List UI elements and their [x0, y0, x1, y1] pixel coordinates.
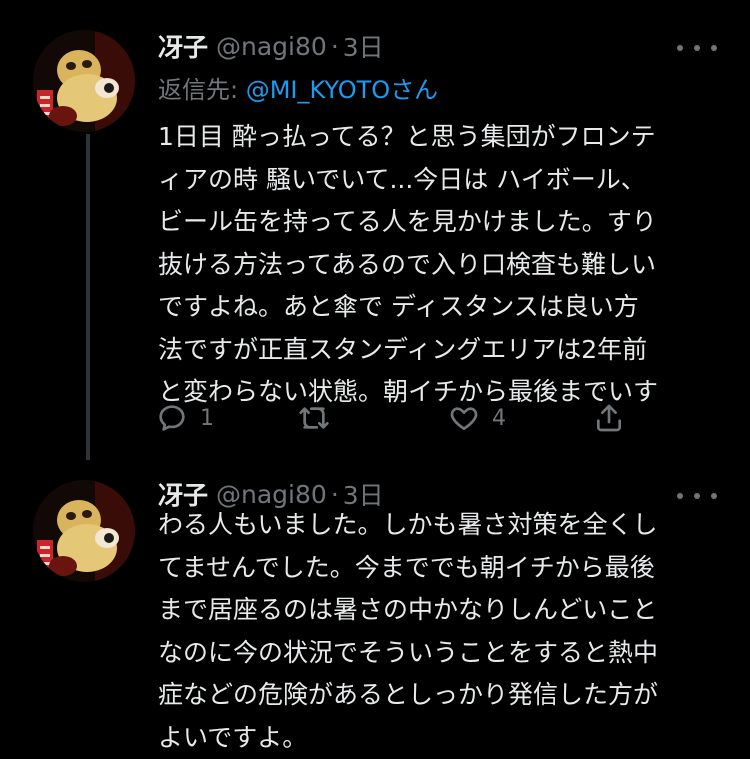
share-button[interactable]: [593, 394, 625, 442]
tweet-text: わる人もいました。しかも暑さ対策を全くし てませんでした。今まででも朝イチから最…: [158, 510, 659, 752]
tweet-header: 冴子 @nagi80 · 3日: [158, 26, 384, 66]
like-button[interactable]: 4: [448, 394, 506, 442]
retweet-icon: [299, 407, 329, 429]
reply-suffix: さん: [390, 76, 439, 104]
tweet-1[interactable]: 冴子 @nagi80 · 3日 返信先: @MI_KYOTOさん 1日目 酔っ払…: [0, 0, 750, 460]
reply-icon: [159, 405, 185, 431]
tweet-text: 1日目 酔っ払ってる？と思う集団がフロンテ ィアの時 騒いでいて...今日は ハ…: [158, 122, 659, 406]
reply-to: 返信先: @MI_KYOTOさん: [158, 70, 438, 105]
more-icon[interactable]: [677, 486, 717, 506]
tweet-2[interactable]: 冴子 @nagi80 · 3日 わる人もいました。しかも暑さ対策を全くし てませ…: [0, 460, 750, 755]
separator-dot: ·: [330, 31, 339, 61]
avatar[interactable]: [33, 30, 135, 132]
reply-button[interactable]: 1: [156, 394, 214, 442]
retweet-button[interactable]: [298, 394, 342, 442]
display-name[interactable]: 冴子: [158, 28, 208, 64]
avatar[interactable]: [33, 480, 135, 582]
timestamp[interactable]: 3日: [343, 28, 384, 64]
more-icon[interactable]: [677, 38, 717, 58]
reply-count: 1: [200, 405, 214, 431]
like-icon: [450, 407, 478, 430]
reply-mention[interactable]: @MI_KYOTO: [246, 76, 390, 104]
user-handle[interactable]: @nagi80: [216, 32, 327, 61]
reply-to-prefix: 返信先:: [158, 76, 246, 104]
action-bar: 1 4: [156, 394, 636, 442]
like-count: 4: [492, 405, 506, 431]
thread-line: [86, 134, 90, 460]
share-icon: [597, 404, 621, 432]
